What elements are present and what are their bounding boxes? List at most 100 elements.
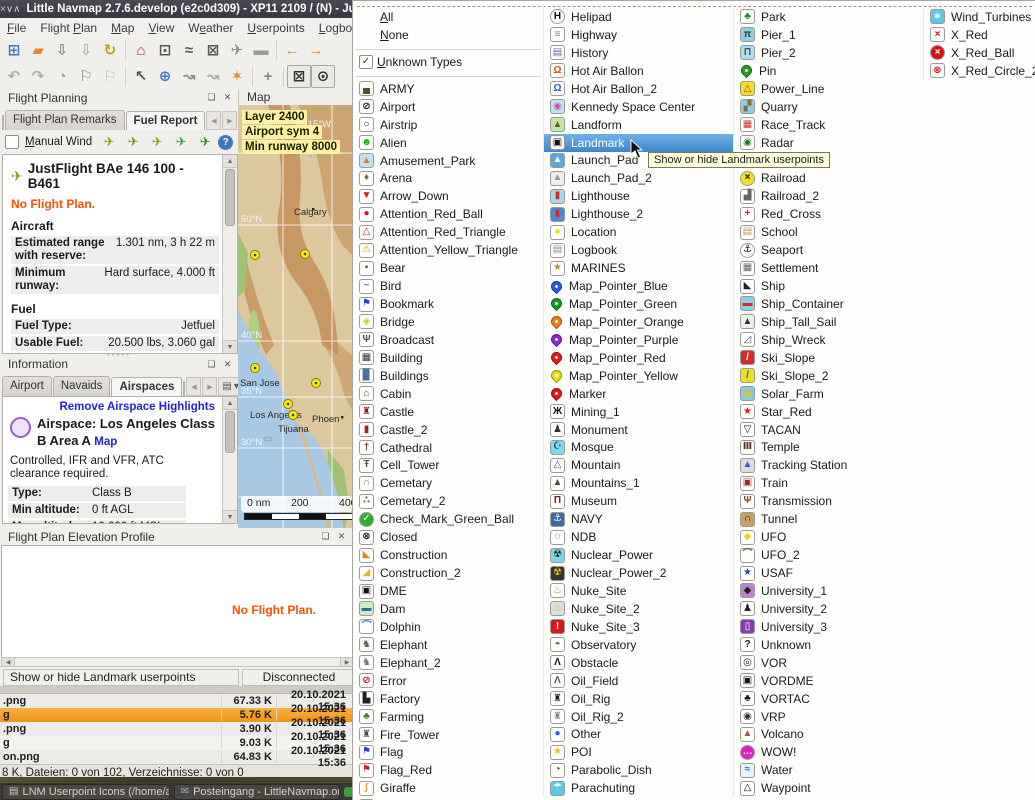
add-userpoint-button[interactable]: + xyxy=(256,64,280,88)
menu-item-buildings[interactable]: ▉ Buildings xyxy=(353,367,543,385)
menubar-item-weather[interactable]: Weather xyxy=(181,19,240,37)
taskbar-button-file-manager[interactable]: ▤LNM Userpoint Icons (/home/ale… xyxy=(2,783,170,800)
map-position-forward-button[interactable]: → xyxy=(304,38,328,62)
scroll-up-icon[interactable]: ▲ xyxy=(223,155,237,168)
menu-item-unknown-types[interactable]: ✓ Unknown Types xyxy=(353,53,543,71)
menu-item-radar[interactable]: ◉ Radar xyxy=(734,134,924,152)
performance-restart-button[interactable]: ✈ xyxy=(194,132,216,153)
tab-scroll-right-icon[interactable]: ▶ xyxy=(202,377,218,396)
dock-float-icon[interactable]: ❏ xyxy=(319,530,332,543)
fit-flight-plan-button[interactable]: ⊡ xyxy=(153,38,177,62)
menubar-item-map[interactable]: Map xyxy=(104,19,141,37)
procedure-arrival-button[interactable]: ↝ xyxy=(177,64,201,88)
menu-item-red-cross[interactable]: + Red_Cross xyxy=(734,205,924,223)
menu-item-attention-red-ball[interactable]: ● Attention_Red_Ball xyxy=(353,205,543,223)
map-view[interactable]: 120°W115°W50°N40°N35°N30°NCalgarySan Jos… xyxy=(238,105,352,530)
menu-item-pier-1[interactable]: π Pier_1 xyxy=(734,26,924,44)
menu-item-bird[interactable]: ~ Bird xyxy=(353,277,543,295)
menu-item-airport[interactable]: ⊘ Airport xyxy=(353,98,543,116)
menu-item-marines[interactable]: ★ MARINES xyxy=(544,259,734,277)
menu-item-railroad-2[interactable]: ▟ Railroad_2 xyxy=(734,187,924,205)
menu-item-railroad[interactable]: × Railroad xyxy=(734,169,924,187)
menu-item-arena[interactable]: ♦ Arena xyxy=(353,170,543,188)
window-titlebar[interactable]: × ∨ ∧ Little Navmap 2.7.6.develop (e2c0d… xyxy=(0,0,360,18)
menu-item-launch-pad-2[interactable]: ▲ Launch_Pad_2 xyxy=(544,169,734,187)
menu-item-history[interactable]: ▤ History xyxy=(544,44,734,62)
menu-item-error[interactable]: ⊘ Error xyxy=(353,672,543,690)
menu-item-arrow-down[interactable]: ▼ Arrow_Down xyxy=(353,187,543,205)
edit-flight-plan-button[interactable]: ⊕ xyxy=(153,64,177,88)
menu-item-pier-2[interactable]: Π Pier_2 xyxy=(734,44,924,62)
menu-item-university-2[interactable]: ♟ University_2 xyxy=(734,600,924,618)
menu-item-hot-air-ballon[interactable]: Ω Hot Air Ballon xyxy=(544,62,734,80)
menu-item-map-pointer-yellow[interactable]: Map_Pointer_Yellow xyxy=(544,367,734,385)
menu-item-giraffe[interactable]: ∫ Giraffe xyxy=(353,779,543,797)
menu-item-cemetary[interactable]: ∩ Cemetary xyxy=(353,474,543,492)
menu-item-mosque[interactable]: ☪ Mosque xyxy=(544,439,734,457)
menu-item-solar-farm[interactable]: ▦ Solar_Farm xyxy=(734,385,924,403)
menu-item-parabolic-dish[interactable]: ◔ Parabolic_Dish xyxy=(544,761,734,779)
tab-navaids[interactable]: Navaids xyxy=(52,376,111,396)
tab-scroll-right-icon[interactable]: ▶ xyxy=(222,111,238,130)
window-maximize-icon[interactable]: ∧ xyxy=(13,4,20,15)
menu-item-marker[interactable]: Marker xyxy=(544,385,734,403)
dock-float-icon[interactable]: ❏ xyxy=(205,358,218,371)
menu-item-nuke-site[interactable]: ♨ Nuke_Site xyxy=(544,582,734,600)
menu-item-tunnel[interactable]: ∩ Tunnel xyxy=(734,510,924,528)
taskbar-button-mail[interactable]: ✉Posteingang - LittleNavmap.org … xyxy=(173,783,340,800)
menu-item-museum[interactable]: Π Museum xyxy=(544,492,734,510)
scroll-up-icon[interactable]: ▲ xyxy=(223,397,237,410)
airspace-map-link[interactable]: Map xyxy=(94,436,117,448)
menu-item-obstacle[interactable]: Λ Obstacle xyxy=(544,654,734,672)
menu-item-oil-rig[interactable]: ♜ Oil_Rig xyxy=(544,690,734,708)
menu-item-transmission[interactable]: Ψ Transmission xyxy=(734,492,924,510)
tab-scroll-left-icon[interactable]: ◀ xyxy=(186,377,202,396)
menu-item-settlement[interactable]: ▦ Settlement xyxy=(734,259,924,277)
menubar-item-userpoints[interactable]: Userpoints xyxy=(240,19,311,37)
performance-wind-button[interactable]: ✈ xyxy=(98,132,120,153)
dock-close-icon[interactable]: ✕ xyxy=(335,530,348,543)
menu-item-dolphin[interactable]: ⌒ Dolphin xyxy=(353,618,543,636)
menu-item-map-pointer-orange[interactable]: Map_Pointer_Orange xyxy=(544,313,734,331)
menu-item-temple[interactable]: Ⅲ Temple xyxy=(734,439,924,457)
menu-item-building[interactable]: ▦ Building xyxy=(353,349,543,367)
performance-open-button[interactable]: ✈ xyxy=(146,132,168,153)
menu-item-lighthouse-2[interactable]: ▮ Lighthouse_2 xyxy=(544,205,734,223)
menu-item-check-mark-green-ball[interactable]: ✓ Check_Mark_Green_Ball xyxy=(353,510,543,528)
menu-item-waypoint[interactable]: △ Waypoint xyxy=(734,779,924,797)
edit-mode-pointer-button[interactable]: ↖ xyxy=(129,64,153,88)
menu-item-star-red[interactable]: ★ Star_Red xyxy=(734,403,924,421)
menu-item-ski-slope[interactable]: / Ski_Slope xyxy=(734,349,924,367)
menu-item-fire-tower[interactable]: ♜ Fire_Tower xyxy=(353,726,543,744)
menu-item-closed[interactable]: ⊗ Closed xyxy=(353,528,543,546)
menu-item-park[interactable]: ♣ Park xyxy=(734,8,924,26)
measure-distance-button[interactable]: ◔ xyxy=(50,64,74,88)
menu-item-cabin[interactable]: ⌂ Cabin xyxy=(353,385,543,403)
menu-item-nuke-site-2[interactable]: ♨ Nuke_Site_2 xyxy=(544,600,734,618)
menu-item-map-pointer-red[interactable]: Map_Pointer_Red xyxy=(544,349,734,367)
menu-item-x-red[interactable]: × X_Red xyxy=(924,26,1035,44)
menu-item-train[interactable]: ▣ Train xyxy=(734,474,924,492)
elevation-profile-pane[interactable]: No Flight Plan. xyxy=(1,545,354,659)
menu-item-map-pointer-purple[interactable]: Map_Pointer_Purple xyxy=(544,331,734,349)
menu-item-ndb[interactable]: ◌ NDB xyxy=(544,528,734,546)
range-rings-button[interactable]: ⚐ xyxy=(74,64,98,88)
menu-item-bookmark[interactable]: ⚑ Bookmark xyxy=(353,295,543,313)
menubar-item-view[interactable]: View xyxy=(141,19,181,37)
tab-partial[interactable] xyxy=(183,381,186,396)
menu-item-factory[interactable]: ▙ Factory xyxy=(353,690,543,708)
menu-item-x-red-circle-2[interactable]: ⊗ X_Red_Circle_2 xyxy=(924,62,1035,80)
menu-item-dme[interactable]: ▣ DME xyxy=(353,582,543,600)
menu-item-cemetary-2[interactable]: ∴ Cemetary_2 xyxy=(353,492,543,510)
magic-wand-button[interactable]: ✶ xyxy=(225,64,249,88)
window-minimize-icon[interactable]: ∨ xyxy=(6,4,13,15)
fuel-pane-scrollbar[interactable]: ▲ ▼ xyxy=(222,155,237,353)
menu-item-kennedy-space-center[interactable]: ◉ Kennedy Space Center xyxy=(544,98,734,116)
menu-item-bridge[interactable]: ◈ Bridge xyxy=(353,313,543,331)
menu-item-broadcast[interactable]: Ψ Broadcast xyxy=(353,331,543,349)
menu-item-amusement-park[interactable]: ▲ Amusement_Park xyxy=(353,152,543,170)
remove-airspace-highlights-link[interactable]: Remove Airspace Highlights xyxy=(8,401,215,413)
menu-item-elephant-2[interactable]: ♞ Elephant_2 xyxy=(353,654,543,672)
menu-item-ship-tall-sail[interactable]: ▲ Ship_Tall_Sail xyxy=(734,313,924,331)
menu-item-map-pointer-green[interactable]: Map_Pointer_Green xyxy=(544,295,734,313)
